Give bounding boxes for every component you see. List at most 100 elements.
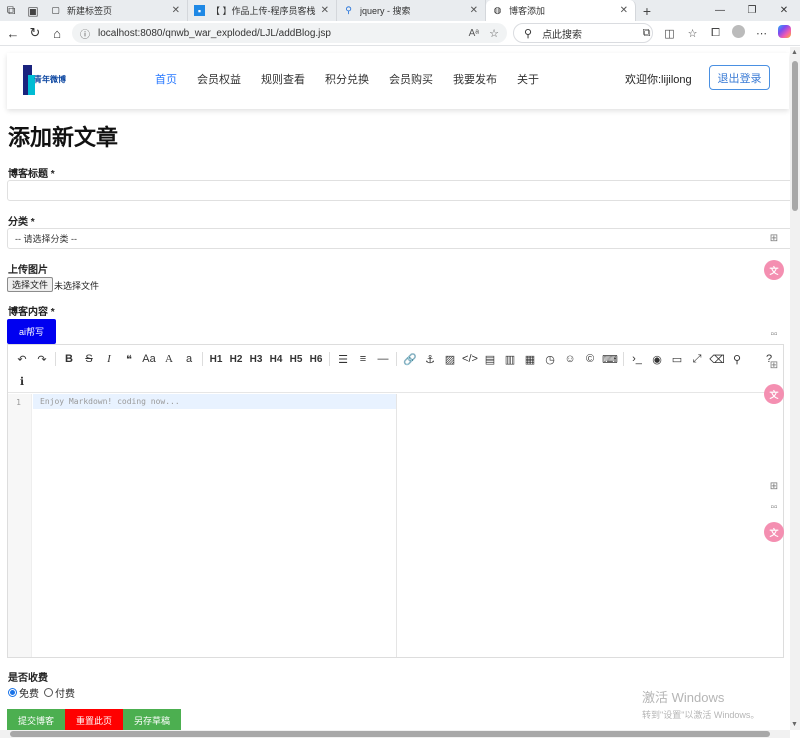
home-icon[interactable]: ⌂	[46, 22, 68, 44]
translate-icon[interactable]: 文	[764, 260, 784, 280]
browser-tab[interactable]: ⚲ jquery - 搜索 ✕	[337, 0, 486, 21]
nav-home[interactable]: 首页	[155, 71, 177, 87]
close-tab-icon[interactable]: ✕	[620, 5, 628, 16]
close-window-icon[interactable]: ✕	[768, 0, 800, 21]
split-screen-icon[interactable]: ◫	[658, 27, 681, 40]
choose-file-button[interactable]: 选择文件	[7, 277, 54, 292]
pagebreak-icon[interactable]: ⌨	[600, 350, 620, 368]
quote-icon[interactable]: ❝	[119, 350, 139, 368]
nav-publish[interactable]: 我要发布	[453, 71, 497, 87]
submit-blog-button[interactable]: 提交博客	[7, 709, 65, 730]
translate-icon[interactable]: 文	[764, 384, 784, 404]
emoji-icon[interactable]: ☺	[560, 350, 580, 368]
save-draft-button[interactable]: 另存草稿	[123, 709, 181, 730]
uppercase-icon[interactable]: Aa	[139, 350, 159, 368]
site-logo[interactable]: 青年微博	[23, 65, 66, 95]
nav-member-benefits[interactable]: 会员权益	[197, 71, 241, 87]
blog-title-input[interactable]	[7, 180, 790, 201]
paid-option-label: 付费	[55, 689, 75, 700]
browser-tab-active[interactable]: ◍ 博客添加 ✕	[486, 0, 636, 21]
favorite-star-icon[interactable]: ☆	[489, 27, 499, 40]
close-tab-icon[interactable]: ✕	[321, 5, 329, 16]
anchor-icon[interactable]: ⚓	[420, 350, 440, 368]
horizontal-rule-icon[interactable]: —	[373, 350, 393, 368]
scroll-up-icon[interactable]: ▲	[791, 49, 798, 56]
strikethrough-icon[interactable]: S	[79, 350, 99, 368]
code-icon[interactable]: </>	[460, 350, 480, 368]
link-icon[interactable]: 🔗	[400, 350, 420, 368]
logout-button[interactable]: 退出登录	[709, 65, 770, 90]
heading-6-button[interactable]: H6	[306, 350, 326, 368]
new-tab-button[interactable]: +	[636, 3, 658, 19]
browser-tab[interactable]: ▢ 新建标签页 ✕	[44, 0, 188, 21]
nav-rules[interactable]: 规则查看	[261, 71, 305, 87]
restore-icon[interactable]: ❐	[736, 0, 768, 21]
widget-grid-icon[interactable]: ▫▫	[764, 497, 784, 517]
widget-grid-icon[interactable]: ⊞	[764, 355, 784, 375]
nav-points-exchange[interactable]: 积分兑换	[325, 71, 369, 87]
widget-grid-icon[interactable]: ▫▫	[764, 324, 784, 344]
capitalize-icon[interactable]: A	[159, 350, 179, 368]
nav-about[interactable]: 关于	[517, 71, 539, 87]
search-icon[interactable]: ⚲	[727, 350, 747, 368]
fullscreen-icon[interactable]: ⤢	[687, 350, 707, 368]
html-entities-icon[interactable]: ©	[580, 350, 600, 368]
translate-icon[interactable]: 文	[764, 522, 784, 542]
refresh-icon[interactable]: ↻	[24, 22, 46, 44]
ordered-list-icon[interactable]: ≡	[353, 350, 373, 368]
qr-code-icon[interactable]: ⊞	[764, 228, 784, 248]
code-block-icon[interactable]: ▤	[480, 350, 500, 368]
heading-3-button[interactable]: H3	[246, 350, 266, 368]
page-viewport: 青年微博 首页 会员权益 规则查看 积分兑换 会员购买 我要发布 关于 欢迎你:…	[0, 47, 790, 730]
collections-icon[interactable]: ⧠	[704, 27, 727, 40]
heading-1-button[interactable]: H1	[206, 350, 226, 368]
extensions-icon[interactable]: ⧉	[635, 27, 658, 40]
table-icon[interactable]: ▦	[520, 350, 540, 368]
nav-member-purchase[interactable]: 会员购买	[389, 71, 433, 87]
info-icon[interactable]: ℹ	[12, 372, 32, 390]
horizontal-scrollbar[interactable]	[0, 730, 790, 738]
italic-icon[interactable]: I	[99, 350, 119, 368]
image-icon[interactable]: ▨	[440, 350, 460, 368]
reset-page-button[interactable]: 重置此页	[65, 709, 123, 730]
goto-line-icon[interactable]: ›_	[627, 350, 647, 368]
info-icon[interactable]: ⓘ	[80, 26, 90, 41]
back-icon[interactable]: ←	[2, 22, 24, 44]
more-icon[interactable]: ⋯	[750, 27, 773, 40]
heading-5-button[interactable]: H5	[286, 350, 306, 368]
copilot-icon[interactable]	[773, 25, 796, 41]
clear-icon[interactable]: ⌫	[707, 350, 727, 368]
scrollbar-thumb[interactable]	[792, 61, 798, 211]
tab-actions-icon[interactable]: ▣	[22, 0, 44, 21]
scrollbar-thumb[interactable]	[10, 731, 770, 737]
heading-2-button[interactable]: H2	[226, 350, 246, 368]
scroll-down-icon[interactable]: ▼	[791, 721, 798, 728]
workspaces-icon[interactable]: ⧉	[0, 0, 22, 21]
close-tab-icon[interactable]: ✕	[172, 5, 180, 16]
datetime-icon[interactable]: ◷	[540, 350, 560, 368]
browser-tab[interactable]: ▪ 【 】作品上传-程序员客栈 ✕	[188, 0, 337, 21]
lowercase-icon[interactable]: a	[179, 350, 199, 368]
read-aloud-icon[interactable]: Aᵃ	[469, 28, 479, 39]
undo-icon[interactable]: ↶	[12, 350, 32, 368]
vertical-scrollbar[interactable]: ▲ ▼	[790, 47, 800, 730]
bold-icon[interactable]: B	[59, 350, 79, 368]
profile-avatar[interactable]	[727, 25, 750, 41]
redo-icon[interactable]: ↷	[32, 350, 52, 368]
favorites-icon[interactable]: ☆	[681, 27, 704, 40]
ai-write-button[interactable]: ai帮写	[7, 319, 56, 344]
close-tab-icon[interactable]: ✕	[470, 5, 478, 16]
search-box[interactable]: ⚲ 点此搜索	[513, 23, 653, 43]
html-preview-icon[interactable]: ▭	[667, 350, 687, 368]
paid-radio[interactable]	[44, 688, 53, 697]
free-radio[interactable]	[8, 688, 17, 697]
toggle-preview-icon[interactable]: ◉	[647, 350, 667, 368]
widget-grid-icon[interactable]: ⊞	[764, 476, 784, 496]
heading-4-button[interactable]: H4	[266, 350, 286, 368]
minimize-icon[interactable]: —	[704, 0, 736, 21]
unordered-list-icon[interactable]: ☰	[333, 350, 353, 368]
editor-input[interactable]: Enjoy Markdown! coding now...	[33, 394, 396, 409]
preformatted-icon[interactable]: ▥	[500, 350, 520, 368]
category-select[interactable]: -- 请选择分类 --	[7, 228, 790, 249]
url-field[interactable]: ⓘ localhost:8080/qnwb_war_exploded/LJL/a…	[72, 23, 507, 43]
